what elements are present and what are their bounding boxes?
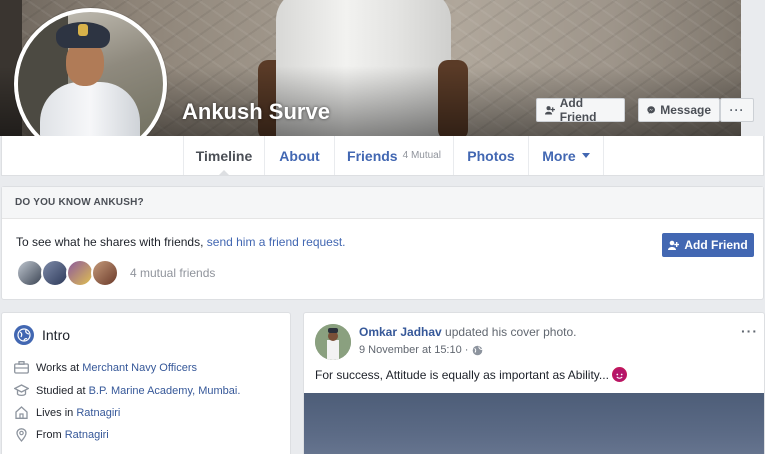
tab-label: About xyxy=(279,147,320,164)
intro-prefix: Studied at xyxy=(36,384,89,397)
intro-item-education: Studied at B.P. Marine Academy, Mumbai. xyxy=(14,384,240,397)
intro-item-from: From Ratnagiri xyxy=(14,428,109,442)
intro-prefix: Lives in xyxy=(36,406,77,419)
home-icon xyxy=(15,406,28,419)
add-friend-label: Add Friend xyxy=(559,96,597,124)
mutual-count: 4 Mutual xyxy=(402,150,441,161)
globe-icon xyxy=(14,325,34,345)
tab-photos[interactable]: Photos xyxy=(454,136,529,175)
post-author-name[interactable]: Omkar Jadhav xyxy=(359,325,442,339)
mutual-friends[interactable]: 4 mutual friends xyxy=(16,259,215,287)
add-friend-icon xyxy=(545,106,555,115)
post-text: For success, Attitude is equally as impo… xyxy=(315,367,627,382)
add-friend-button-blue[interactable]: Add Friend xyxy=(662,233,754,257)
know-text: To see what he shares with friends, send… xyxy=(16,235,346,249)
intro-item-lives: Lives in Ratnagiri xyxy=(14,406,120,419)
mutual-friend-avatar[interactable] xyxy=(66,259,94,287)
mutual-friend-avatar[interactable] xyxy=(41,259,69,287)
devil-emoji-icon xyxy=(611,367,627,382)
know-heading: DO YOU KNOW ANKUSH? xyxy=(2,187,763,219)
location-pin-icon xyxy=(16,428,27,442)
message-label: Message xyxy=(660,103,711,117)
intro-title: Intro xyxy=(14,325,70,345)
add-friend-label: Add Friend xyxy=(684,238,748,252)
intro-link[interactable]: Merchant Navy Officers xyxy=(82,362,197,374)
intro-link[interactable]: Ratnagiri xyxy=(76,407,120,419)
globe-icon xyxy=(473,345,483,355)
post-options-button[interactable]: ··· xyxy=(741,323,758,339)
message-button[interactable]: Message xyxy=(638,98,720,122)
profile-name[interactable]: Ankush Surve xyxy=(182,99,330,125)
tab-about[interactable]: About xyxy=(265,136,335,175)
tab-label: More xyxy=(542,147,576,164)
mutual-friends-label[interactable]: 4 mutual friends xyxy=(130,266,215,280)
chevron-down-icon xyxy=(581,153,590,158)
intro-prefix: From xyxy=(36,429,65,441)
intro-link[interactable]: Ratnagiri xyxy=(65,429,109,441)
post-timestamp[interactable]: 9 November at 15:10 · xyxy=(359,344,483,356)
mutual-friend-avatar[interactable] xyxy=(16,259,44,287)
know-text-prefix: To see what he shares with friends, xyxy=(16,235,207,249)
know-panel: DO YOU KNOW ANKUSH? To see what he share… xyxy=(1,186,764,300)
intro-prefix: Works at xyxy=(36,361,83,374)
tab-label: Photos xyxy=(467,147,515,164)
tab-more[interactable]: More xyxy=(529,136,604,175)
intro-title-label: Intro xyxy=(42,327,71,343)
post-time-label: 9 November at 15:10 · xyxy=(359,344,469,356)
post-action: updated his cover photo. xyxy=(441,325,577,339)
tab-friends[interactable]: Friends 4 Mutual xyxy=(335,136,454,175)
add-friend-button[interactable]: Add Friend xyxy=(536,96,625,124)
post-text-body: For success, Attitude is equally as impo… xyxy=(315,367,609,382)
tab-timeline[interactable]: Timeline xyxy=(183,136,265,176)
post-author-avatar[interactable] xyxy=(315,324,351,360)
intro-link[interactable]: B.P. Marine Academy, Mumbai. xyxy=(89,385,241,397)
send-request-link[interactable]: send him a friend request. xyxy=(207,235,346,249)
post-cover-image[interactable] xyxy=(304,393,764,454)
mutual-friend-avatar[interactable] xyxy=(91,259,119,287)
messenger-icon xyxy=(647,106,655,114)
graduation-cap-icon xyxy=(14,384,29,396)
feed-post: Omkar Jadhav updated his cover photo. 9 … xyxy=(303,312,765,454)
intro-card: Intro Works at Merchant Navy Officers St… xyxy=(1,312,291,454)
more-options-button[interactable]: ··· xyxy=(720,98,754,122)
add-friend-icon xyxy=(668,240,680,250)
post-header: Omkar Jadhav updated his cover photo. xyxy=(359,325,576,339)
intro-item-work: Works at Merchant Navy Officers xyxy=(14,361,197,374)
tab-label: Friends xyxy=(347,147,398,164)
profile-nav: Timeline About Friends 4 Mutual Photos M… xyxy=(1,136,764,176)
tab-label: Timeline xyxy=(195,147,253,164)
briefcase-icon xyxy=(14,361,29,374)
